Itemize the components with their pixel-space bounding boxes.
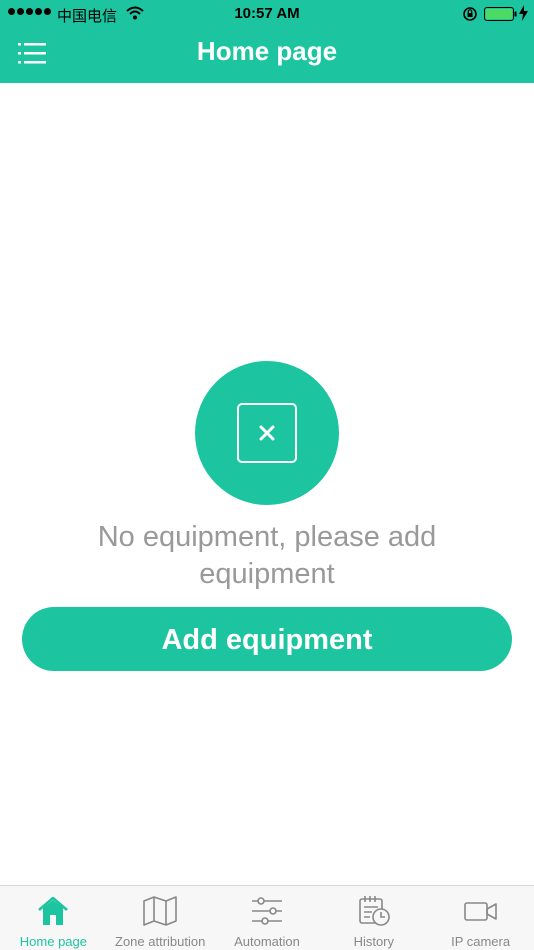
header-bar: 中国电信 10:57 AM Home page (0, 0, 534, 83)
tab-label: Home page (19, 934, 87, 949)
empty-state-illustration (195, 361, 339, 505)
empty-state-message: No equipment, please add equipment (97, 521, 437, 590)
status-bar: 中国电信 10:57 AM (0, 0, 534, 28)
page-title: Home page (196, 36, 338, 66)
app-screen: 中国电信 10:57 AM Home page No equipment, pl… (0, 0, 534, 950)
tab-zone-attribution[interactable]: Zone attribution (107, 886, 214, 950)
tab-automation[interactable]: Automation (214, 886, 321, 950)
bottom-tab-bar: Home page Zone attribution Automation Hi… (0, 885, 534, 950)
tab-label: History (353, 934, 395, 949)
empty-box-icon (237, 403, 297, 463)
map-icon (143, 896, 177, 926)
battery-icon (484, 7, 517, 21)
calendar-clock-icon (358, 896, 390, 926)
tab-label: Zone attribution (115, 934, 206, 949)
sliders-icon (251, 897, 282, 925)
add-equipment-button[interactable]: Add equipment (22, 607, 512, 671)
tab-label: Automation (234, 934, 300, 949)
status-time: 10:57 AM (234, 5, 300, 22)
tab-ip-camera[interactable]: IP camera (427, 886, 534, 950)
rotation-lock-icon (463, 7, 477, 21)
tab-home-page[interactable]: Home page (0, 886, 107, 950)
charging-bolt-icon (519, 5, 528, 21)
video-camera-icon (463, 902, 497, 921)
tab-label: IP camera (451, 934, 511, 949)
home-icon (38, 896, 69, 925)
tab-history[interactable]: History (320, 886, 427, 950)
